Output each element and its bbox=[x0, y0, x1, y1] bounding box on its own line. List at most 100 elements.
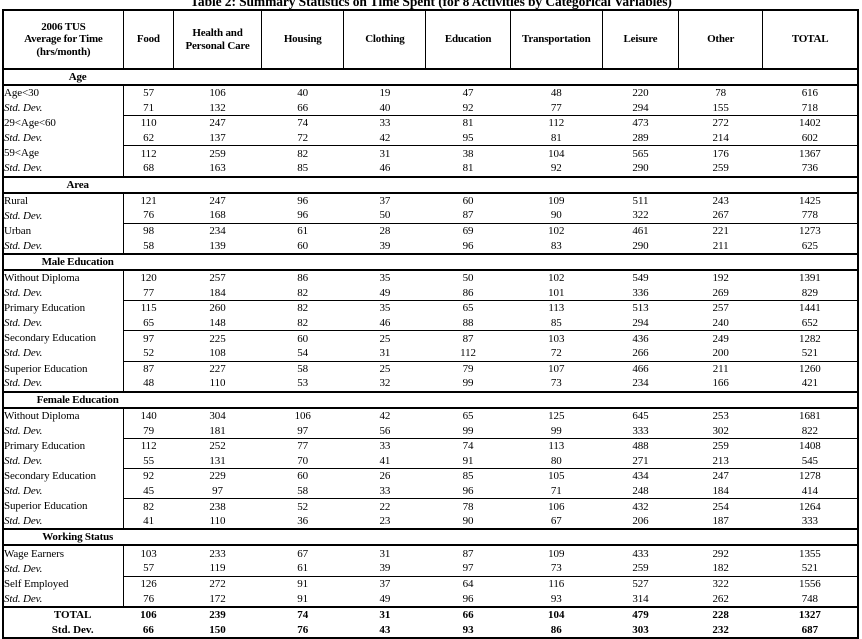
std-dev-cell: 110 bbox=[173, 513, 262, 531]
std-dev-cell: 39 bbox=[343, 238, 426, 255]
row-label-std-dev: Std. Dev. bbox=[1, 591, 124, 608]
row-label-std-dev: Std. Dev. bbox=[1, 100, 124, 116]
mean-cell: 238 bbox=[209, 500, 226, 513]
std-dev-cell: 97 bbox=[173, 483, 262, 500]
total-row: TOTAL 106 239 74 31 66 104 479 228 1327 bbox=[1, 606, 860, 623]
std-dev-cell: 93 bbox=[510, 591, 603, 608]
mean-cell: 113 bbox=[548, 440, 565, 453]
table-row: Std. Dev. 76 168 96 50 87 90 322 267 778 bbox=[1, 208, 860, 224]
column-header-food: Food bbox=[122, 9, 174, 70]
std-dev-cell: 65 bbox=[123, 315, 174, 332]
table-body: Age Age<30 57 106 40 19 47 48 220 78 616 Std. Dev. 7… bbox=[1, 69, 860, 639]
mean-cell: 78 bbox=[715, 87, 727, 100]
mean-cell: 19 bbox=[379, 87, 391, 100]
table-row: Std. Dev. 48 110 53 32 99 73 234 166 421 bbox=[1, 376, 860, 393]
row-label: Age<30 bbox=[1, 85, 124, 101]
row-label-std-dev: Std. Dev. bbox=[1, 315, 124, 331]
std-dev-cell: 54 bbox=[261, 345, 344, 362]
section-header-row: Male Education bbox=[1, 253, 859, 271]
std-dev-cell: 82 bbox=[261, 285, 344, 302]
mean-cell: 260 bbox=[209, 302, 226, 315]
table-row: Age<30 57 106 40 19 47 48 220 78 616 bbox=[1, 85, 860, 101]
mean-cell: 82 bbox=[143, 500, 154, 513]
std-dev-cell: 131 bbox=[173, 453, 262, 470]
std-dev-cell: 234 bbox=[602, 376, 679, 393]
std-dev-cell: 267 bbox=[678, 208, 763, 224]
mean-cell: 513 bbox=[632, 302, 649, 315]
mean-cell: 103 bbox=[548, 332, 565, 345]
table-row: Without Diploma 120 257 86 35 50 102 549 192 1391 bbox=[1, 269, 860, 286]
mean-cell: 67 bbox=[297, 547, 309, 560]
row-label: Urban bbox=[1, 223, 124, 239]
std-dev-cell: 248 bbox=[602, 483, 679, 500]
std-dev-cell: 58 bbox=[123, 238, 174, 255]
std-dev-cell: 76 bbox=[123, 208, 174, 224]
mean-cell: 292 bbox=[712, 547, 729, 560]
section-header-spacer bbox=[123, 529, 859, 547]
stub-line-2: Average for Time bbox=[24, 33, 103, 46]
table-row: Rural 121 247 96 37 60 109 511 243 1425 bbox=[1, 192, 860, 209]
mean-cell: 85 bbox=[462, 470, 474, 483]
std-dev-cell: 290 bbox=[602, 160, 679, 178]
std-dev-cell: 736 bbox=[762, 160, 860, 178]
row-label-std-dev: Std. Dev. bbox=[1, 160, 124, 178]
std-dev-cell: 172 bbox=[173, 591, 262, 608]
mean-cell: 549 bbox=[632, 272, 649, 285]
std-dev-cell: 290 bbox=[602, 238, 679, 255]
std-dev-cell: 91 bbox=[261, 591, 344, 608]
std-dev-cell: 521 bbox=[762, 345, 860, 362]
std-dev-cell: 81 bbox=[425, 160, 511, 178]
std-dev-cell: 166 bbox=[678, 376, 763, 393]
mean-cell: 38 bbox=[462, 147, 474, 160]
std-dev-cell: 163 bbox=[173, 160, 262, 178]
row-label: Secondary Education bbox=[1, 468, 124, 484]
mean-cell: 102 bbox=[548, 225, 565, 238]
table-row: Wage Earners 103 233 67 31 87 109 433 292 1355 bbox=[1, 545, 860, 562]
total-mean-cell: 1327 bbox=[762, 606, 860, 623]
mean-cell: 243 bbox=[712, 194, 729, 207]
std-dev-cell: 206 bbox=[602, 513, 679, 531]
row-label: Superior Education bbox=[1, 361, 124, 377]
mean-cell: 211 bbox=[712, 362, 729, 375]
mean-cell: 473 bbox=[632, 117, 649, 130]
mean-cell: 109 bbox=[548, 547, 565, 560]
std-dev-cell: 112 bbox=[425, 345, 511, 362]
std-dev-cell: 333 bbox=[762, 513, 860, 531]
mean-cell: 1441 bbox=[762, 300, 860, 316]
std-dev-cell: 110 bbox=[173, 376, 262, 393]
std-dev-cell: 80 bbox=[510, 453, 603, 470]
mean-cell: 40 bbox=[297, 87, 309, 100]
mean-cell: 86 bbox=[297, 272, 309, 285]
total-std-dev-cell: 86 bbox=[510, 622, 603, 639]
row-label-std-dev: Std. Dev. bbox=[1, 376, 124, 393]
table-row: Std. Dev. 57 119 61 39 97 73 259 182 521 bbox=[1, 561, 860, 577]
mean-cell: 1681 bbox=[762, 407, 860, 424]
table-row: Std. Dev. 65 148 82 46 88 85 294 240 652 bbox=[1, 315, 860, 332]
std-dev-cell: 625 bbox=[762, 238, 860, 255]
header-row: 2006 TUS Average for Time (hrs/month) Fo… bbox=[1, 9, 860, 70]
std-dev-cell: 77 bbox=[123, 285, 174, 302]
std-dev-cell: 71 bbox=[123, 100, 174, 117]
mean-cell: 79 bbox=[462, 362, 474, 375]
mean-cell: 247 bbox=[209, 194, 226, 207]
std-dev-cell: 97 bbox=[425, 561, 511, 577]
std-dev-cell: 85 bbox=[510, 315, 603, 332]
std-dev-cell: 92 bbox=[425, 100, 511, 117]
mean-cell: 58 bbox=[297, 362, 309, 375]
mean-cell: 233 bbox=[209, 547, 226, 560]
mean-cell: 253 bbox=[712, 409, 729, 422]
std-dev-cell: 108 bbox=[173, 345, 262, 362]
mean-cell: 64 bbox=[462, 577, 474, 590]
std-dev-cell: 61 bbox=[261, 561, 344, 577]
mean-cell: 220 bbox=[632, 87, 649, 100]
mean-cell: 120 bbox=[140, 272, 157, 285]
section-header-label: Age bbox=[1, 69, 124, 86]
mean-cell: 436 bbox=[632, 332, 649, 345]
mean-cell: 511 bbox=[632, 194, 649, 207]
row-label: 29<Age<60 bbox=[1, 115, 124, 131]
mean-cell: 254 bbox=[712, 500, 729, 513]
std-dev-cell: 70 bbox=[261, 453, 344, 470]
std-dev-cell: 652 bbox=[762, 315, 860, 332]
std-dev-cell: 96 bbox=[425, 238, 511, 255]
std-dev-cell: 213 bbox=[678, 453, 763, 470]
